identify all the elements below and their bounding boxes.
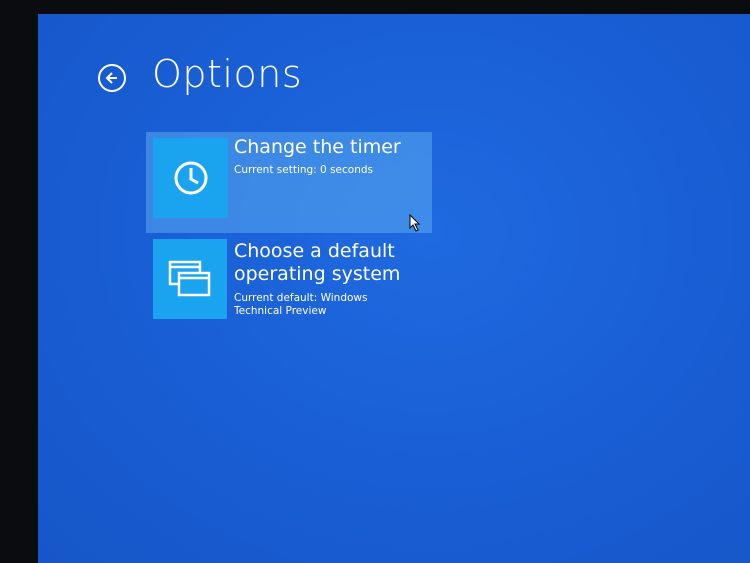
option-subtitle: Current setting: 0 seconds — [234, 164, 373, 176]
boot-options-screen: Options Change the timer Current setting… — [38, 14, 750, 563]
page-title: Options — [152, 52, 303, 96]
back-arrow-icon — [105, 72, 117, 84]
option-subtitle: Current default: Windows Technical Previ… — [234, 292, 368, 317]
mouse-pointer-icon — [409, 214, 421, 232]
back-button[interactable] — [98, 64, 126, 92]
clock-icon — [174, 161, 207, 195]
option-title: Change the timer — [234, 136, 401, 158]
default-os-tile-icon — [153, 239, 227, 319]
default-os-option[interactable]: Choose a default operating system Curren… — [146, 236, 432, 326]
change-timer-option[interactable]: Change the timer Current setting: 0 seco… — [146, 132, 432, 233]
timer-tile-icon — [153, 138, 228, 218]
windows-stack-icon — [168, 260, 211, 297]
option-title: Choose a default operating system — [234, 240, 401, 285]
